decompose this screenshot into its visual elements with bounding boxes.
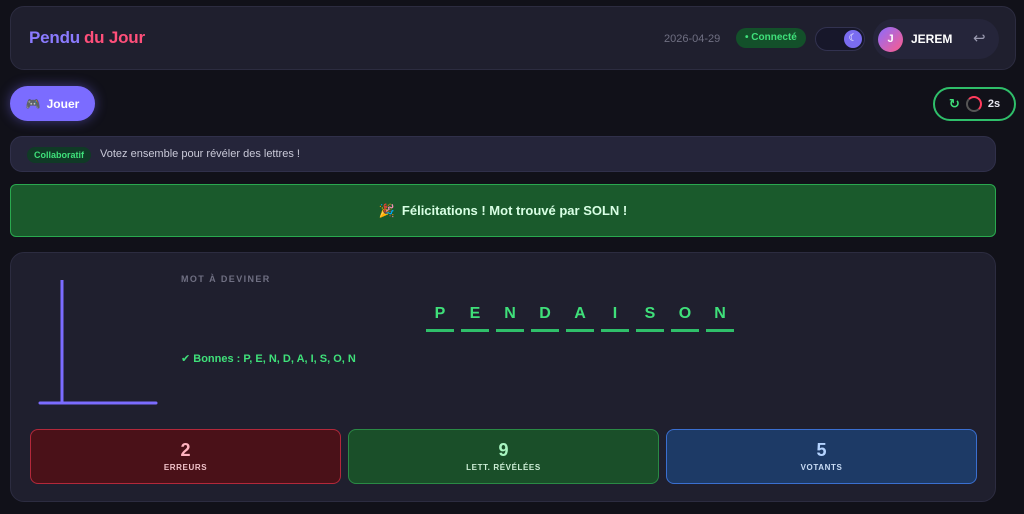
collab-info-bar: Collaboratif Votez ensemble pour révéler… (10, 136, 996, 172)
errors-value: 2 (180, 440, 191, 460)
revealed-value: 9 (498, 440, 509, 460)
word-letter: N (496, 305, 524, 332)
spinner-icon (965, 96, 982, 112)
play-button-label: Jouer (46, 96, 80, 111)
word-letter: E (461, 305, 489, 332)
moon-icon: ☾ (844, 30, 862, 48)
word-letter: O (671, 305, 699, 332)
word-letter: D (531, 305, 559, 332)
user-menu[interactable]: J JEREM ↩ (873, 19, 999, 59)
timer-label: 2s (987, 98, 1001, 110)
voters-label: VOTANTS (800, 463, 843, 472)
voters-value: 5 (816, 440, 827, 460)
word-letter: S (636, 305, 664, 332)
revealed-label: LETT. RÉVÉLÉES (466, 463, 541, 472)
refresh-timer[interactable]: ↻ 2s (933, 87, 1016, 121)
play-button[interactable]: 🎮 Jouer (10, 86, 95, 121)
voters-stat: 5 VOTANTS (666, 429, 977, 484)
word-letter: N (706, 305, 734, 332)
word-label: MOT À DEVINER (181, 274, 271, 284)
avatar: J (878, 27, 903, 52)
success-banner: 🎉 Félicitations ! Mot trouvé par SOLN ! (10, 184, 996, 237)
errors-stat: 2 ERREURS (30, 429, 341, 484)
theme-toggle[interactable]: ☾ (815, 27, 865, 51)
errors-label: ERREURS (163, 463, 208, 472)
word-letter: I (601, 305, 629, 332)
word-letter: A (566, 305, 594, 332)
word-letter: P (426, 305, 454, 332)
word-display: P E N D A I S O N (426, 305, 734, 332)
gamepad-icon: 🎮 (25, 96, 41, 111)
app-logo[interactable]: Pendu du Jour (29, 28, 145, 48)
revealed-stat: 9 LETT. RÉVÉLÉES (348, 429, 659, 484)
date-label: 2026-04-29 (664, 33, 721, 45)
party-icon: 🎉 (378, 202, 395, 218)
collab-text: Votez ensemble pour révéler des lettres … (100, 148, 300, 160)
brand-part2: du Jour (83, 28, 145, 47)
game-card: MOT À DEVINER P E N D A I S O N ✔ Bonnes… (10, 252, 996, 502)
connection-status-badge: • Connecté (736, 28, 806, 48)
top-header: Pendu du Jour 2026-04-29 • Connecté ☾ J J… (10, 6, 1016, 70)
logout-icon[interactable]: ↩ (973, 29, 986, 47)
brand-part1: Pendu (29, 28, 80, 47)
page: Pendu du Jour 2026-04-29 • Connecté ☾ J J… (0, 0, 1024, 514)
success-message: Félicitations ! Mot trouvé par SOLN ! (401, 203, 628, 218)
good-letters-list: ✔ Bonnes : P, E, N, D, A, I, S, O, N (181, 353, 356, 365)
refresh-icon: ↻ (948, 96, 960, 111)
gallows-icon (38, 280, 158, 405)
username: JEREM (911, 32, 953, 46)
collab-badge: Collaboratif (27, 147, 92, 163)
